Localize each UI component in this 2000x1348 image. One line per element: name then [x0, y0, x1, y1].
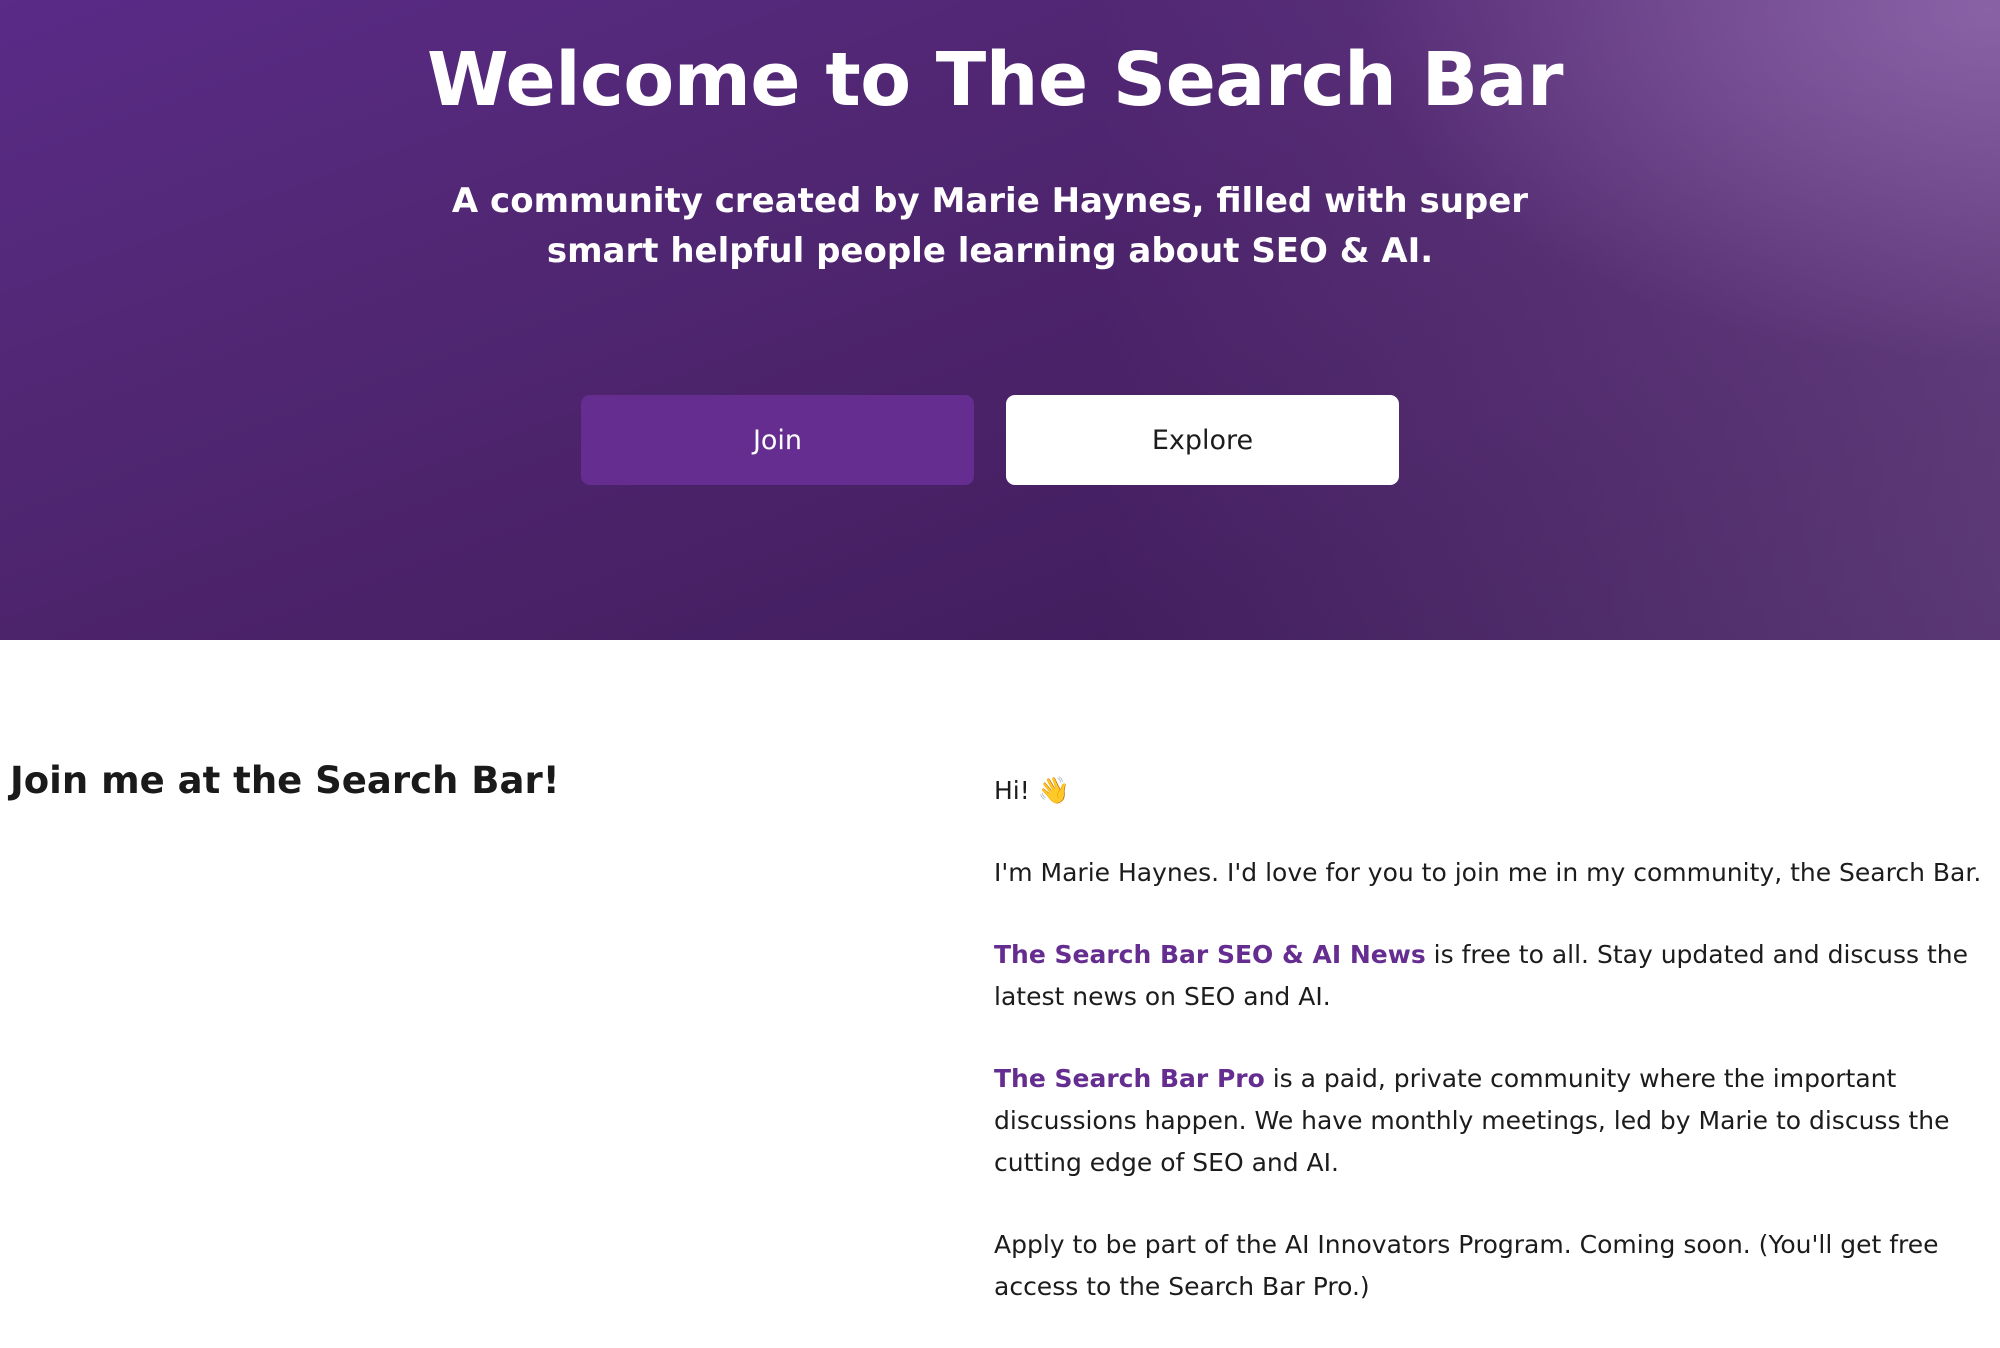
search-bar-pro-link[interactable]: The Search Bar Pro: [994, 1064, 1265, 1093]
waving-hand-icon: 👋: [1037, 776, 1071, 806]
hero-subtitle: A community created by Marie Haynes, fil…: [451, 181, 1529, 271]
join-button[interactable]: Join: [581, 395, 974, 485]
greeting-paragraph: Hi! 👋: [994, 770, 1994, 812]
content-body: Hi! 👋 I'm Marie Haynes. I'd love for you…: [994, 770, 1994, 1348]
intro-paragraph: I'm Marie Haynes. I'd love for you to jo…: [994, 858, 1982, 887]
greeting-text: Hi!: [994, 776, 1030, 805]
apply-paragraph: Apply to be part of the AI Innovators Pr…: [994, 1230, 1939, 1301]
hero-title: Welcome to The Search Bar: [427, 37, 1563, 123]
news-paragraph: The Search Bar SEO & AI News is free to …: [994, 934, 1994, 1018]
section-heading: Join me at the Search Bar!: [10, 759, 560, 802]
explore-button[interactable]: Explore: [1006, 395, 1399, 485]
seo-ai-news-link[interactable]: The Search Bar SEO & AI News: [994, 940, 1426, 969]
pro-paragraph: The Search Bar Pro is a paid, private co…: [994, 1058, 1994, 1184]
hero-banner: Welcome to The Search Bar A community cr…: [0, 0, 2000, 640]
